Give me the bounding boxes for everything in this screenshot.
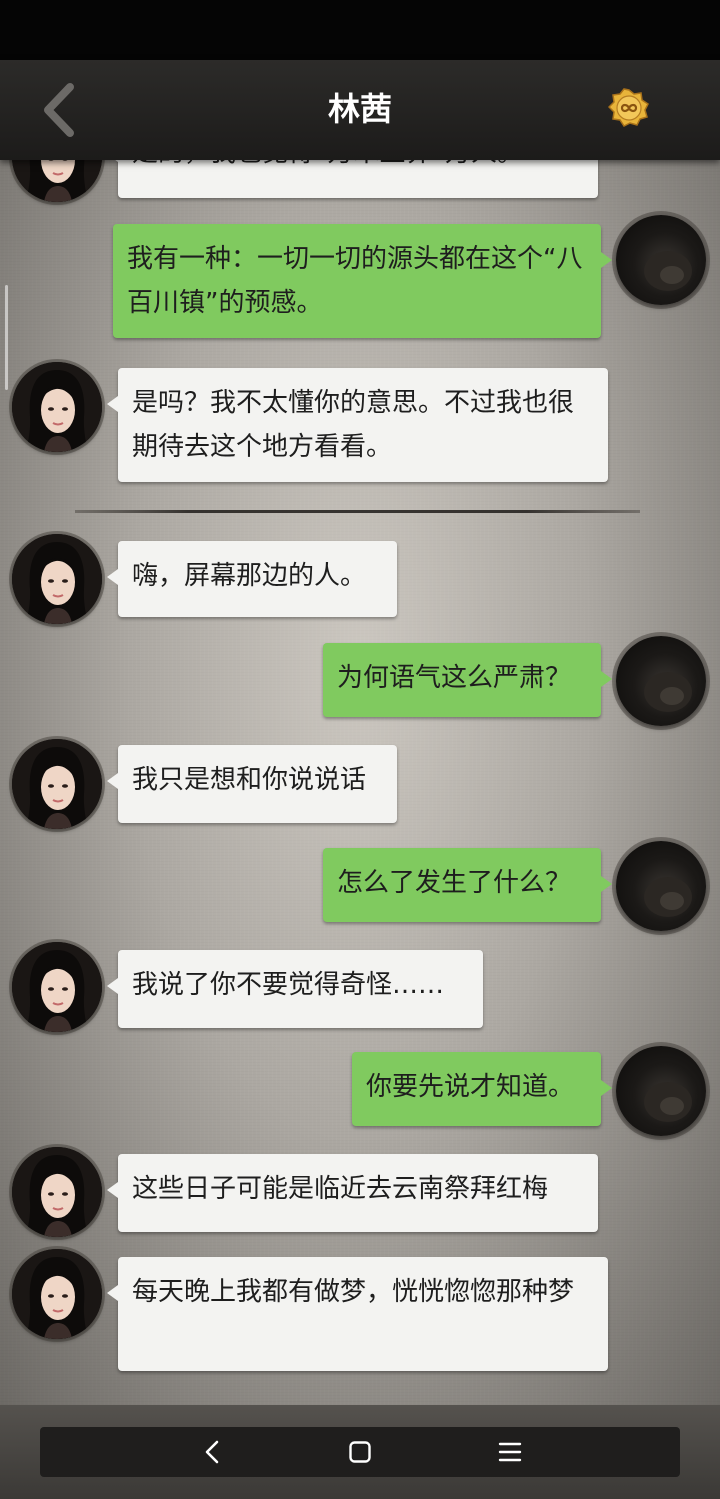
avatar-linqian[interactable] [12, 942, 102, 1032]
nav-menu-button[interactable] [480, 1427, 540, 1477]
nav-back-icon [205, 1440, 219, 1464]
message-outgoing: 我有一种：一切一切的源头都在这个“八百川镇”的预感。 [113, 224, 612, 338]
avatar-portrait [12, 739, 102, 829]
avatar-portrait [12, 1147, 102, 1237]
avatar-silhouette [644, 1082, 692, 1122]
avatar-silhouette [644, 877, 692, 917]
message-outgoing: 怎么了发生了什么？ [323, 848, 612, 922]
message-incoming: 这些日子可能是临近去云南祭拜红梅 [107, 1154, 598, 1232]
nav-menu-icon [498, 1442, 522, 1462]
message-incoming: 嗨，屏幕那边的人。 [107, 541, 397, 617]
message-incoming: 我说了你不要觉得奇怪…… [107, 950, 483, 1028]
nav-home-icon [349, 1441, 371, 1463]
nav-home-button[interactable] [330, 1427, 390, 1477]
message-text: 怎么了发生了什么？ [337, 868, 572, 898]
message-text: 你要先说才知道。 [366, 1072, 575, 1102]
avatar-linqian[interactable] [12, 1147, 102, 1237]
status-bar [0, 0, 720, 60]
avatar-portrait [12, 1249, 102, 1339]
message-text: 是吗？我不太懂你的意思。不过我也很期待去这个地方看看。 [132, 388, 575, 462]
avatar-silhouette [644, 251, 692, 291]
message-incoming: 我只是想和你说说话 [107, 745, 397, 823]
avatar-portrait [12, 534, 102, 624]
avatar-me[interactable] [616, 215, 706, 305]
message-text: 我只是想和你说说话 [132, 765, 367, 795]
scrollbar[interactable] [5, 285, 8, 390]
message-incoming: 每天晚上我都有做梦，恍恍惚惚那种梦 [107, 1257, 608, 1371]
avatar-me[interactable] [616, 1046, 706, 1136]
message-text: 我说了你不要觉得奇怪…… [132, 970, 445, 1000]
nav-back-button[interactable] [182, 1427, 242, 1477]
message-outgoing: 为何语气这么严肃？ [323, 643, 612, 717]
avatar-portrait [12, 362, 102, 452]
avatar-silhouette [644, 672, 692, 712]
message-text: 我有一种：一切一切的源头都在这个“八百川镇”的预感。 [127, 244, 583, 318]
avatar-me[interactable] [616, 636, 706, 726]
message-incoming: 是吗？我不太懂你的意思。不过我也很期待去这个地方看看。 [107, 368, 608, 482]
nav-bar-panel [40, 1427, 680, 1477]
message-text: 每天晚上我都有做梦，恍恍惚惚那种梦 [132, 1277, 575, 1307]
message-outgoing: 你要先说才知道。 [352, 1052, 612, 1126]
message-text: 嗨，屏幕那边的人。 [132, 561, 367, 591]
message-text: 为何语气这么严肃？ [337, 663, 572, 693]
avatar-linqian[interactable] [12, 362, 102, 452]
avatar-portrait [12, 942, 102, 1032]
avatar-linqian[interactable] [12, 739, 102, 829]
infinity-coin-icon[interactable] [608, 88, 650, 128]
avatar-me[interactable] [616, 841, 706, 931]
avatar-linqian[interactable] [12, 534, 102, 624]
system-nav-bar [0, 1405, 720, 1499]
chapter-divider [75, 510, 640, 513]
avatar-linqian[interactable] [12, 1249, 102, 1339]
message-text: 这些日子可能是临近去云南祭拜红梅 [132, 1174, 549, 1204]
